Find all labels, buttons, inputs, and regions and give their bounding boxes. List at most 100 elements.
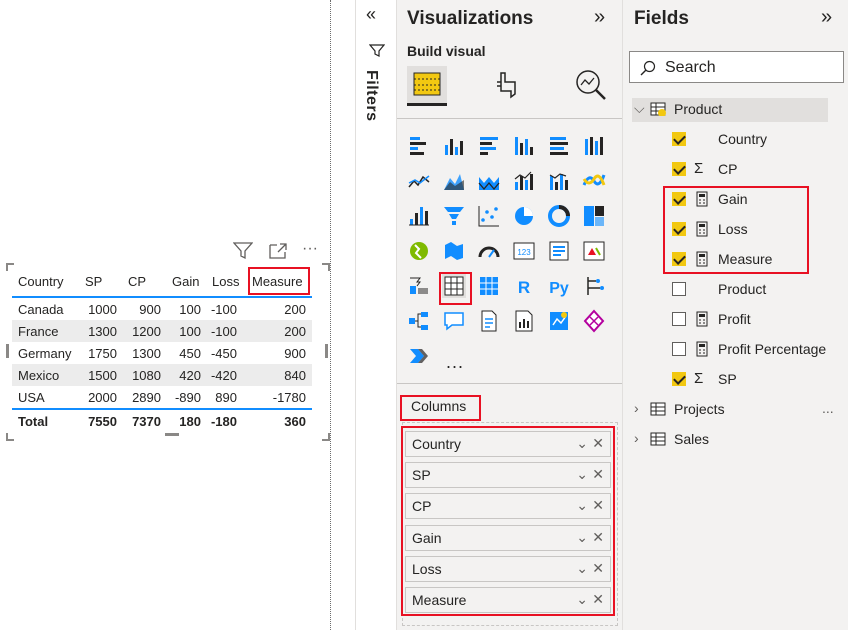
filter-icon[interactable] xyxy=(232,242,254,260)
table-cell: 1750 xyxy=(88,346,117,361)
table-cell: -1780 xyxy=(272,390,306,405)
waterfall-chart-icon[interactable] xyxy=(407,204,431,228)
field-item[interactable]: Product xyxy=(632,278,842,302)
build-visual-tab[interactable] xyxy=(407,66,447,106)
columns-label-highlight xyxy=(400,395,481,421)
clustered-bar-icon[interactable] xyxy=(477,134,501,158)
pie-chart-icon[interactable] xyxy=(512,204,536,228)
resize-handle-right[interactable] xyxy=(325,344,328,358)
donut-chart-icon[interactable] xyxy=(547,204,571,228)
more-options-icon[interactable]: ··· xyxy=(302,240,324,258)
line-clustered-column-icon[interactable] xyxy=(512,169,536,193)
table-cell: 1300 xyxy=(132,346,161,361)
100-stacked-bar-icon[interactable] xyxy=(547,134,571,158)
col-header-loss[interactable]: Loss xyxy=(212,274,239,289)
more-visuals-icon[interactable]: ... xyxy=(446,352,464,373)
line-chart-icon[interactable] xyxy=(407,169,431,193)
stacked-column-icon[interactable] xyxy=(442,134,466,158)
table-row[interactable]: Germany 1750 1300 450 -450 900 xyxy=(12,342,312,364)
chevron-right-icon[interactable]: › xyxy=(634,430,639,446)
decomposition-tree-icon[interactable] xyxy=(407,309,431,333)
qna-icon[interactable] xyxy=(442,309,466,333)
card-icon[interactable]: 123 xyxy=(512,239,536,263)
table-cell: -450 xyxy=(210,346,237,361)
table-name: Sales xyxy=(674,431,710,447)
format-visual-icon[interactable] xyxy=(493,70,523,102)
resize-handle-br[interactable] xyxy=(322,433,330,441)
resize-handle-tr[interactable] xyxy=(322,263,330,271)
col-header-country[interactable]: Country xyxy=(18,274,64,289)
field-name: Profit xyxy=(718,311,751,327)
field-checkbox[interactable] xyxy=(672,372,686,386)
table-cell: Germany xyxy=(18,346,72,361)
table-total-row: Total 7550 7370 180 -180 360 xyxy=(12,408,312,430)
100-stacked-column-icon[interactable] xyxy=(582,134,606,158)
chevron-down-icon[interactable]: ⌵ xyxy=(634,100,645,117)
treemap-icon[interactable] xyxy=(582,204,606,228)
field-checkbox[interactable] xyxy=(672,162,686,176)
matrix-icon[interactable] xyxy=(477,274,501,298)
gauge-icon[interactable] xyxy=(477,239,501,263)
field-checkbox[interactable] xyxy=(672,282,686,296)
resize-handle-bottom[interactable] xyxy=(165,433,179,436)
analytics-icon[interactable] xyxy=(574,68,608,102)
clustered-column-icon[interactable] xyxy=(512,134,536,158)
multi-row-card-icon[interactable] xyxy=(547,239,571,263)
field-checkbox[interactable] xyxy=(672,342,686,356)
stacked-bar-icon[interactable] xyxy=(407,134,431,158)
scatter-chart-icon[interactable] xyxy=(477,204,501,228)
field-item[interactable]: Profit xyxy=(632,308,842,332)
power-apps-icon[interactable] xyxy=(582,309,606,333)
table-row[interactable]: France 1300 1200 100 -100 200 xyxy=(12,320,312,342)
filters-label[interactable]: Filters xyxy=(362,70,380,122)
field-name: SP xyxy=(718,371,737,387)
paginated-report-icon[interactable] xyxy=(512,309,536,333)
resize-handle-bl[interactable] xyxy=(6,433,14,441)
col-header-cp[interactable]: CP xyxy=(128,274,146,289)
field-item[interactable]: Country xyxy=(632,128,842,152)
expand-chevron-icon[interactable]: » xyxy=(594,6,605,29)
field-item[interactable]: Σ SP xyxy=(632,368,842,392)
field-table-product[interactable]: ⌵ Product xyxy=(632,98,828,122)
resize-handle-left[interactable] xyxy=(6,344,9,358)
focus-mode-icon[interactable] xyxy=(268,242,288,260)
total-cp: 7370 xyxy=(132,414,161,429)
svg-text:123: 123 xyxy=(517,248,531,257)
azure-map-icon[interactable] xyxy=(547,309,571,333)
col-header-gain[interactable]: Gain xyxy=(172,274,199,289)
r-script-icon[interactable]: R xyxy=(512,274,536,298)
table-cell: -100 xyxy=(210,324,237,339)
funnel-chart-icon[interactable] xyxy=(442,204,466,228)
collapse-icon[interactable]: « xyxy=(366,4,376,25)
search-input[interactable]: Search xyxy=(629,51,844,83)
total-loss: -180 xyxy=(210,414,237,429)
table-row[interactable]: Mexico 1500 1080 420 -420 840 xyxy=(12,364,312,386)
power-automate-icon[interactable] xyxy=(407,344,431,368)
more-options-icon[interactable]: ... xyxy=(822,400,834,416)
field-item[interactable]: Σ CP xyxy=(632,158,842,182)
slicer-icon[interactable] xyxy=(407,274,431,298)
field-table-projects[interactable]: › Projects xyxy=(632,398,842,422)
expand-chevron-icon[interactable]: » xyxy=(821,6,832,29)
field-table-sales[interactable]: › Sales xyxy=(632,428,842,452)
col-header-sp[interactable]: SP xyxy=(85,274,102,289)
key-influencers-icon[interactable] xyxy=(582,274,606,298)
field-checkbox[interactable] xyxy=(672,312,686,326)
python-visual-icon[interactable]: Py xyxy=(547,274,571,298)
smart-narrative-icon[interactable] xyxy=(477,309,501,333)
calculator-icon xyxy=(696,341,708,357)
kpi-icon[interactable] xyxy=(582,239,606,263)
table-row[interactable]: USA 2000 2890 -890 890 -1780 xyxy=(12,386,312,408)
ribbon-chart-icon[interactable] xyxy=(582,169,606,193)
line-stacked-column-icon[interactable] xyxy=(547,169,571,193)
field-checkbox[interactable] xyxy=(672,132,686,146)
chevron-right-icon[interactable]: › xyxy=(634,400,639,416)
table-cell: 1300 xyxy=(88,324,117,339)
filters-pane[interactable]: « Filters xyxy=(355,0,397,630)
field-item[interactable]: Profit Percentage xyxy=(632,338,842,362)
stacked-area-icon[interactable] xyxy=(477,169,501,193)
filled-map-icon[interactable] xyxy=(442,239,466,263)
map-icon[interactable] xyxy=(407,239,431,263)
area-chart-icon[interactable] xyxy=(442,169,466,193)
table-row[interactable]: Canada 1000 900 100 -100 200 xyxy=(12,298,312,320)
